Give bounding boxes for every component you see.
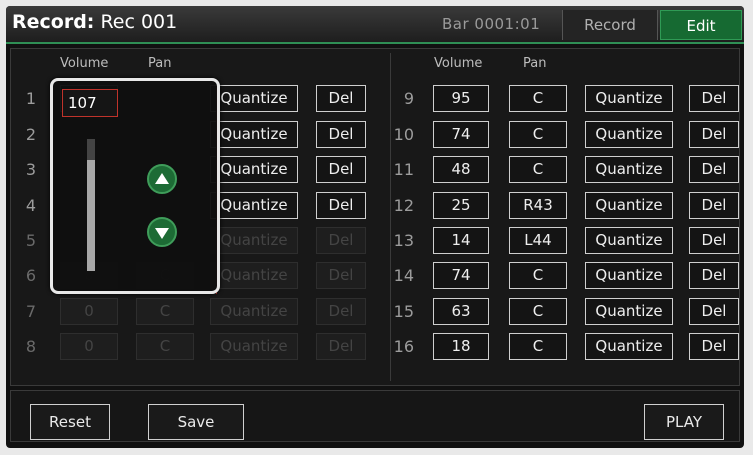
volume-field[interactable]: 63 [433, 298, 489, 325]
left-volume-header: Volume [60, 56, 109, 71]
title-name: Rec 001 [94, 11, 178, 33]
volume-slider-fill [87, 160, 95, 271]
play-button[interactable]: PLAY [644, 404, 724, 440]
quantize-button[interactable]: Quantize [585, 121, 673, 148]
right-pan-header: Pan [523, 56, 547, 71]
volume-field[interactable]: 14 [433, 227, 489, 254]
volume-field[interactable]: 25 [433, 192, 489, 219]
volume-field[interactable]: 95 [433, 85, 489, 112]
left-pan-header: Pan [148, 56, 172, 71]
track-number: 15 [393, 302, 414, 321]
quantize-button[interactable]: Quantize [585, 192, 673, 219]
delete-button[interactable]: Del [316, 298, 366, 325]
quantize-button[interactable]: Quantize [210, 333, 298, 360]
track-number: 10 [393, 125, 414, 144]
track-number: 4 [25, 196, 36, 215]
title-label: Record: [12, 11, 95, 33]
quantize-button[interactable]: Quantize [210, 121, 298, 148]
delete-button[interactable]: Del [689, 298, 739, 325]
pan-field[interactable]: C [509, 156, 567, 183]
volume-field[interactable]: 74 [433, 262, 489, 289]
track-number: 14 [393, 266, 414, 285]
track-number: 12 [393, 196, 414, 215]
delete-button[interactable]: Del [689, 192, 739, 219]
quantize-button[interactable]: Quantize [210, 156, 298, 183]
save-button[interactable]: Save [148, 404, 244, 440]
volume-field[interactable]: 0 [60, 298, 118, 325]
delete-button[interactable]: Del [689, 121, 739, 148]
arrow-down-icon[interactable] [147, 217, 177, 247]
quantize-button[interactable]: Quantize [210, 192, 298, 219]
right-volume-header: Volume [434, 56, 483, 71]
delete-button[interactable]: Del [689, 85, 739, 112]
volume-value-field[interactable]: 107 [62, 89, 118, 117]
delete-button[interactable]: Del [689, 227, 739, 254]
delete-button[interactable]: Del [316, 85, 366, 112]
volume-field[interactable]: 0 [60, 333, 118, 360]
quantize-button[interactable]: Quantize [585, 262, 673, 289]
page-title: Record: Rec 001 [12, 11, 177, 33]
quantize-button[interactable]: Quantize [210, 85, 298, 112]
tab-record[interactable]: Record [562, 10, 658, 40]
pan-field[interactable]: R43 [509, 192, 567, 219]
track-number: 5 [25, 231, 36, 250]
footer-bar [10, 390, 740, 442]
volume-popup: 107 [50, 78, 220, 294]
quantize-button[interactable]: Quantize [585, 156, 673, 183]
delete-button[interactable]: Del [316, 192, 366, 219]
pan-field[interactable]: C [509, 85, 567, 112]
delete-button[interactable]: Del [316, 333, 366, 360]
pan-field[interactable]: C [509, 298, 567, 325]
delete-button[interactable]: Del [316, 121, 366, 148]
delete-button[interactable]: Del [689, 333, 739, 360]
volume-field[interactable]: 74 [433, 121, 489, 148]
pan-field[interactable]: C [136, 333, 194, 360]
volume-field[interactable]: 18 [433, 333, 489, 360]
delete-button[interactable]: Del [689, 262, 739, 289]
track-number: 9 [403, 89, 414, 108]
track-number: 11 [393, 160, 414, 179]
quantize-button[interactable]: Quantize [585, 227, 673, 254]
delete-button[interactable]: Del [689, 156, 739, 183]
pan-field[interactable]: C [509, 262, 567, 289]
quantize-button[interactable]: Quantize [585, 333, 673, 360]
pan-field[interactable]: L44 [509, 227, 567, 254]
delete-button[interactable]: Del [316, 262, 366, 289]
bar-position: Bar 0001:01 [442, 15, 541, 33]
delete-button[interactable]: Del [316, 156, 366, 183]
track-number: 1 [25, 89, 36, 108]
track-number: 2 [25, 125, 36, 144]
column-divider [390, 53, 391, 381]
track-number: 6 [25, 266, 36, 285]
volume-slider[interactable] [87, 139, 95, 271]
arrow-up-icon[interactable] [147, 164, 177, 194]
quantize-button[interactable]: Quantize [210, 262, 298, 289]
pan-field[interactable]: C [509, 121, 567, 148]
track-number: 13 [393, 231, 414, 250]
volume-field[interactable]: 48 [433, 156, 489, 183]
record-edit-screen: Record: Rec 001 Bar 0001:01 Record Edit … [6, 6, 744, 448]
track-number: 7 [25, 302, 36, 321]
tab-edit[interactable]: Edit [660, 10, 742, 40]
delete-button[interactable]: Del [316, 227, 366, 254]
quantize-button[interactable]: Quantize [210, 298, 298, 325]
pan-field[interactable]: C [136, 298, 194, 325]
track-number: 3 [25, 160, 36, 179]
quantize-button[interactable]: Quantize [585, 85, 673, 112]
quantize-button[interactable]: Quantize [210, 227, 298, 254]
track-number: 8 [25, 337, 36, 356]
header-bar: Record: Rec 001 Bar 0001:01 Record Edit [6, 6, 744, 44]
quantize-button[interactable]: Quantize [585, 298, 673, 325]
track-number: 16 [393, 337, 414, 356]
reset-button[interactable]: Reset [30, 404, 110, 440]
pan-field[interactable]: C [509, 333, 567, 360]
